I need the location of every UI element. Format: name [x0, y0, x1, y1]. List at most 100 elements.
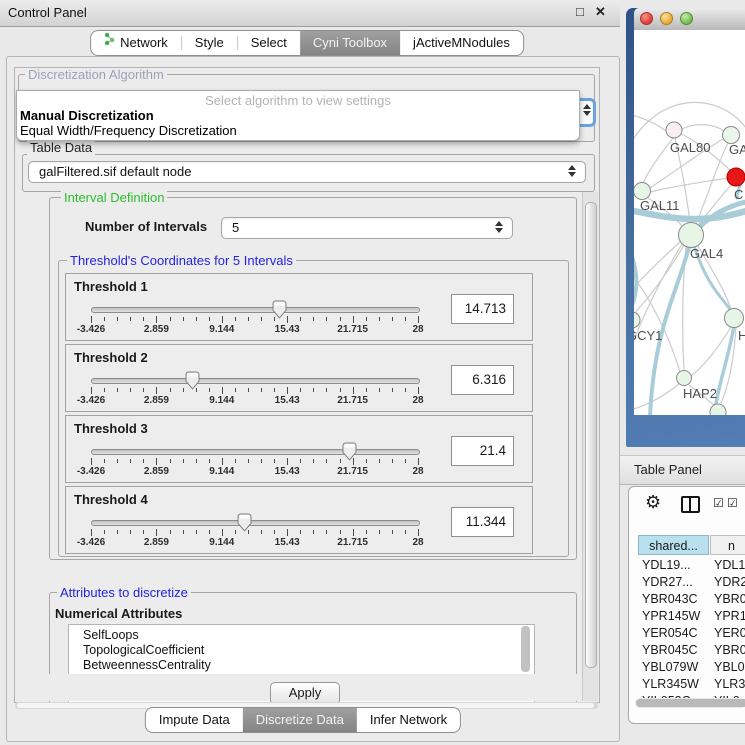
attributes-group-title: Attributes to discretize [57, 585, 191, 600]
threshold-slider-handle[interactable] [272, 300, 287, 319]
slider-tick [143, 317, 144, 321]
column-header-name[interactable]: n [710, 535, 745, 555]
slider-tick-label: 15.43 [265, 537, 309, 548]
slider-tick-label: 28 [396, 537, 440, 548]
table-row[interactable]: YDR27...YDR2 [638, 574, 745, 591]
float-window-icon[interactable]: □ [576, 4, 584, 19]
threshold-value-field[interactable]: 21.4 [451, 436, 514, 466]
slider-tick [222, 458, 223, 465]
close-traffic-light-icon[interactable] [640, 12, 653, 25]
slider-tick [261, 388, 262, 392]
threshold-slider-track[interactable] [91, 449, 420, 455]
column-header-shared-name[interactable]: shared... [638, 535, 709, 555]
threshold-slider-handle[interactable] [237, 513, 252, 532]
threshold-slider-track[interactable] [91, 378, 420, 384]
slider-tick [379, 388, 380, 392]
node-attribute-table: shared...n YDL19...YDL1YDR27...YDR2YBR043… [638, 535, 745, 700]
network-node-gcy1[interactable] [634, 312, 640, 328]
table-row[interactable]: YBL079WYBL0 [638, 659, 745, 676]
network-node-h[interactable] [725, 309, 744, 328]
slider-tick [104, 317, 105, 321]
table-row[interactable]: YBR045CYBR0 [638, 642, 745, 659]
slider-tick [274, 459, 275, 463]
table-data-combo[interactable]: galFiltered.sif default node [28, 161, 586, 183]
apply-button[interactable]: Apply [270, 682, 340, 703]
threshold-slider-handle[interactable] [342, 442, 357, 461]
table-panel-header: Table Panel [620, 455, 745, 485]
tab-cyni-toolbox[interactable]: Cyni Toolbox [300, 31, 400, 55]
threshold-slider-track[interactable] [91, 520, 420, 526]
scrollbar-thumb[interactable] [585, 202, 597, 668]
slider-tick [143, 459, 144, 463]
close-icon[interactable]: ✕ [595, 4, 606, 20]
scrollbar-thumb[interactable] [636, 699, 745, 707]
tab-impute-data[interactable]: Impute Data [146, 708, 243, 732]
threshold-value-field[interactable]: 6.316 [451, 365, 514, 395]
network-canvas[interactable]: GAL80GACGAL11GAL4GCY1HHAP2 [634, 30, 745, 415]
slider-tick [366, 530, 367, 534]
split-column-icon[interactable] [681, 496, 700, 513]
table-row[interactable]: YER054CYER0 [638, 625, 745, 642]
table-horizontal-scrollbar[interactable] [635, 698, 745, 708]
attributes-list-scrollbar[interactable] [521, 626, 530, 672]
tab-jactivemnodules[interactable]: jActiveMNodules [400, 31, 523, 55]
list-item-selfloops[interactable]: SelfLoops [69, 625, 534, 643]
menu-item-manual-discretization[interactable]: Manual Discretization [17, 108, 579, 123]
threshold-value-field[interactable]: 14.713 [451, 294, 514, 324]
list-item-betweennesscentrality[interactable]: BetweennessCentrality [69, 658, 534, 673]
tab-infer-network[interactable]: Infer Network [357, 708, 460, 732]
content-vertical-scrollbar[interactable] [582, 192, 598, 701]
number-of-intervals-label: Number of Intervals [85, 219, 207, 234]
checkbox-icon[interactable]: ☑ [713, 496, 724, 510]
apply-footer: Apply [16, 674, 597, 701]
list-item-topologicalcoefficient[interactable]: TopologicalCoefficient [69, 643, 534, 658]
checkbox-icon[interactable]: ☑ [727, 496, 738, 510]
slider-tick [326, 530, 327, 534]
number-of-intervals-combo[interactable]: 5 [221, 217, 513, 239]
slider-tick [117, 317, 118, 321]
network-node-partial[interactable] [710, 404, 726, 415]
menu-item-equal-width-frequency[interactable]: Equal Width/Frequency Discretization [17, 123, 579, 138]
gear-icon[interactable]: ⚙ [645, 492, 661, 513]
network-node-label: C [734, 187, 743, 202]
table-row[interactable]: YBR043CYBR0 [638, 591, 745, 608]
tab-discretize-data[interactable]: Discretize Data [243, 708, 357, 732]
slider-tick-label: 2.859 [134, 537, 178, 548]
zoom-traffic-light-icon[interactable] [680, 12, 693, 25]
slider-tick [392, 459, 393, 463]
network-node-gal80[interactable] [666, 122, 682, 138]
network-node-hap2[interactable] [677, 371, 692, 386]
slider-tick [340, 459, 341, 463]
network-window-titlebar[interactable] [634, 8, 745, 31]
slider-tick [313, 388, 314, 392]
slider-tick [183, 317, 184, 321]
threshold-slider-handle[interactable] [185, 371, 200, 390]
network-node-ga[interactable] [723, 127, 740, 144]
threshold-slider-track[interactable] [91, 307, 420, 313]
network-node-gal4[interactable] [679, 223, 704, 248]
threshold-label: Threshold 1 [74, 279, 148, 294]
slider-tick-label: 15.43 [265, 395, 309, 406]
tab-select[interactable]: Select [238, 31, 300, 55]
slider-tick-label: 28 [396, 324, 440, 335]
tab-style[interactable]: Style [182, 31, 237, 55]
slider-tick-label: 9.144 [200, 324, 244, 335]
slider-tick [379, 317, 380, 321]
slider-tick [104, 530, 105, 534]
network-view-window[interactable]: GAL80GACGAL11GAL4GCY1HHAP2 [626, 8, 745, 447]
minimize-traffic-light-icon[interactable] [660, 12, 673, 25]
slider-tick [261, 317, 262, 321]
table-row[interactable]: YPR145WYPR1 [638, 608, 745, 625]
tab-network[interactable]: Network [91, 31, 181, 55]
network-graph[interactable]: GAL80GACGAL11GAL4GCY1HHAP2 [634, 30, 745, 415]
slider-tick-label: 2.859 [134, 466, 178, 477]
network-node-gal11[interactable] [634, 183, 651, 200]
network-node-c[interactable] [727, 168, 745, 186]
slider-tick [326, 317, 327, 321]
slider-tick-label: 21.715 [331, 324, 375, 335]
table-row[interactable]: YDL19...YDL1 [638, 557, 745, 574]
cell-shared-name: YER054C [642, 625, 698, 642]
threshold-value-field[interactable]: 11.344 [451, 507, 514, 537]
bottom-tab-bar: Impute DataDiscretize DataInfer Network [145, 707, 461, 733]
table-row[interactable]: YLR345WYLR3 [638, 676, 745, 693]
